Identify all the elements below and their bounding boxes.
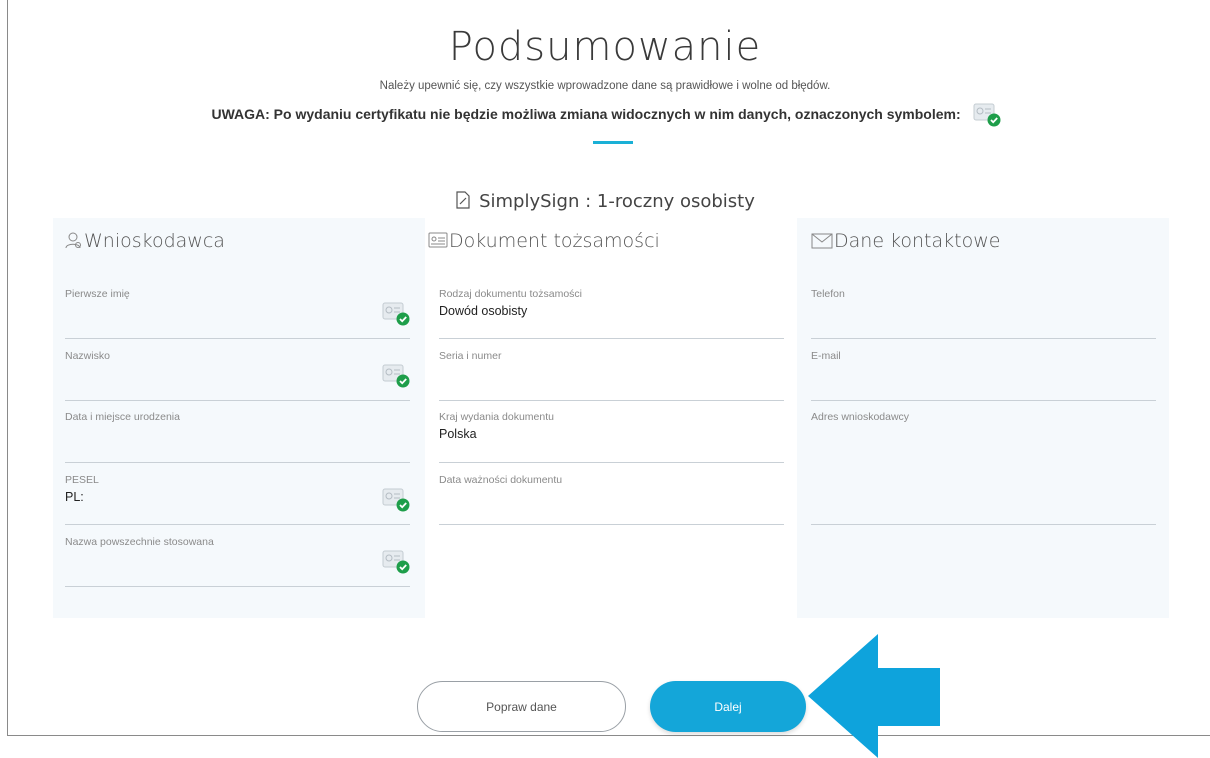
document-title: Dokument tożsamości: [449, 230, 660, 252]
field-label: Nazwa powszechnie stosowana: [65, 536, 214, 548]
next-button[interactable]: Dalej: [650, 681, 806, 732]
arrow-left-icon: [808, 634, 940, 758]
applicant-panel: Wnioskodawca Pierwsze imię Nazwisko Data…: [53, 218, 425, 618]
certificate-check-icon: [382, 550, 410, 574]
title-divider: [593, 141, 633, 144]
contact-title: Dane kontaktowe: [834, 230, 1001, 252]
field-label: E-mail: [811, 350, 841, 362]
field-document-type: Rodzaj dokumentu tożsamości Dowód osobis…: [439, 288, 784, 339]
page-title: Podsumowanie: [448, 24, 762, 70]
field-value: PL:: [65, 490, 84, 504]
document-panel: Dokument tożsamości Rodzaj dokumentu toż…: [426, 218, 798, 618]
certificate-check-icon: [382, 302, 410, 326]
document-pen-icon: [455, 191, 471, 214]
field-issuing-country: Kraj wydania dokumentu Polska: [439, 411, 784, 463]
field-label: Seria i numer: [439, 350, 502, 362]
field-label: Pierwsze imię: [65, 288, 130, 300]
field-series-number: Seria i numer: [439, 350, 784, 401]
field-label: PESEL: [65, 474, 99, 486]
field-email: E-mail: [811, 350, 1156, 401]
edit-data-button[interactable]: Popraw dane: [417, 681, 626, 732]
contact-panel: Dane kontaktowe Telefon E-mail Adres wni…: [797, 218, 1169, 618]
applicant-title: Wnioskodawca: [84, 230, 225, 252]
field-last-name: Nazwisko: [65, 350, 410, 401]
field-expiry-date: Data ważności dokumentu: [439, 474, 784, 525]
field-label: Rodzaj dokumentu tożsamości: [439, 288, 582, 300]
applicant-heading: Wnioskodawca: [63, 230, 225, 255]
certificate-check-icon: [382, 488, 410, 512]
warning-notice: UWAGA: Po wydaniu certyfikatu nie będzie…: [0, 103, 1210, 127]
contact-heading: Dane kontaktowe: [811, 230, 1000, 255]
id-card-icon: [428, 230, 448, 255]
certificate-check-icon: [382, 364, 410, 388]
field-label: Data ważności dokumentu: [439, 474, 563, 486]
field-label: Data i miejsce urodzenia: [65, 411, 180, 423]
field-first-name: Pierwsze imię: [65, 288, 410, 339]
field-birth-date-place: Data i miejsce urodzenia: [65, 411, 410, 463]
field-pesel: PESEL PL:: [65, 474, 410, 525]
field-common-name: Nazwa powszechnie stosowana: [65, 536, 410, 587]
user-icon: [63, 230, 83, 255]
field-phone: Telefon: [811, 288, 1156, 339]
certificate-check-icon: [973, 103, 1001, 127]
warning-text: UWAGA: Po wydaniu certyfikatu nie będzie…: [211, 106, 961, 122]
envelope-icon: [811, 232, 833, 255]
field-label: Telefon: [811, 288, 845, 300]
field-value: Polska: [439, 427, 477, 441]
field-label: Adres wnioskodawcy: [811, 411, 910, 423]
page-subtitle: Należy upewnić się, czy wszystkie wprowa…: [379, 80, 831, 92]
document-heading: Dokument tożsamości: [428, 230, 660, 255]
field-label: Nazwisko: [65, 350, 110, 362]
product-label: SimplySign : 1-roczny osobisty: [479, 191, 755, 212]
field-label: Kraj wydania dokumentu: [439, 411, 554, 423]
field-applicant-address: Adres wnioskodawcy: [811, 411, 1156, 525]
product-heading: SimplySign : 1-roczny osobisty: [0, 191, 1210, 214]
field-value: Dowód osobisty: [439, 304, 528, 318]
